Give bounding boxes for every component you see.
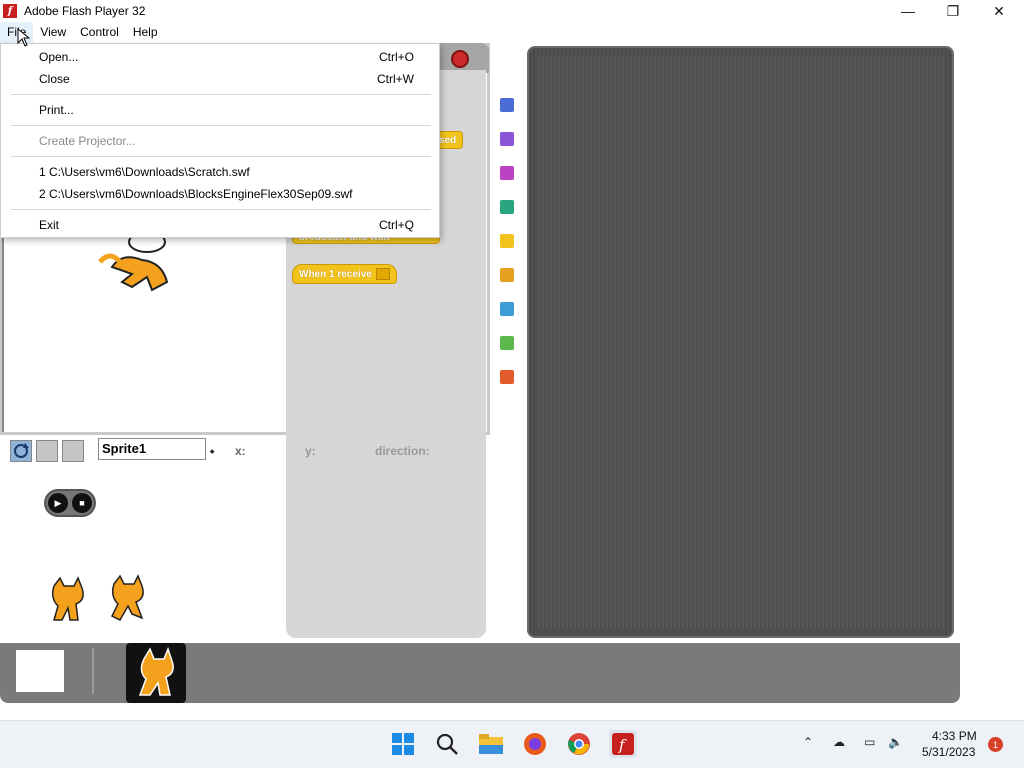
shortcut-exit: Ctrl+Q — [378, 218, 414, 232]
y-label: y: — [305, 444, 316, 458]
x-label: x: — [235, 444, 246, 458]
clock-time[interactable]: 4:33 PM — [932, 729, 977, 743]
menu-separator — [11, 209, 431, 210]
mouse-cursor-icon — [17, 28, 31, 47]
clock-date[interactable]: 5/31/2023 — [922, 745, 975, 759]
flip-icon[interactable] — [36, 440, 58, 462]
file-explorer-icon[interactable] — [477, 730, 505, 758]
menu-item-recent-2[interactable]: 2 C:\Users\vm6\Downloads\BlocksEngineFle… — [39, 185, 352, 203]
shortcut-close: Ctrl+W — [377, 72, 414, 86]
category-events[interactable] — [500, 268, 514, 282]
rotate-icon[interactable] — [10, 440, 32, 462]
volume-icon[interactable]: 🔈 — [888, 735, 903, 749]
category-operators[interactable] — [500, 336, 514, 350]
menu-item-close[interactable]: Close — [39, 70, 70, 88]
sprite-name-field[interactable]: Sprite1 — [98, 438, 206, 460]
tiny-playback-controls: ▶ ■ — [44, 489, 96, 517]
menu-item-open[interactable]: Open... — [39, 48, 78, 66]
block-when-i-receive[interactable]: When 1 receive — [292, 264, 397, 284]
windows-start-icon[interactable] — [389, 730, 417, 758]
network-icon[interactable]: ▭ — [864, 735, 875, 749]
category-sound[interactable] — [500, 166, 514, 180]
block-clicked-label: sed — [439, 135, 457, 146]
menu-separator — [11, 156, 431, 157]
block-receive-label: When 1 receive — [299, 269, 372, 280]
direction-label: direction: — [375, 444, 430, 458]
menu-control[interactable]: Control — [73, 22, 126, 43]
menu-item-recent-1[interactable]: 1 C:\Users\vm6\Downloads\Scratch.swf — [39, 163, 250, 181]
menu-item-print[interactable]: Print... — [39, 101, 74, 119]
category-sensing[interactable] — [500, 302, 514, 316]
category-control[interactable] — [500, 234, 514, 248]
sprite1-thumbnail[interactable] — [126, 643, 186, 703]
category-pen[interactable] — [500, 200, 514, 214]
menu-item-exit[interactable]: Exit — [39, 216, 59, 234]
file-menu-dropdown: Open... Ctrl+O Close Ctrl+W Print... Cre… — [0, 43, 440, 238]
shortcut-open: Ctrl+O — [378, 50, 414, 64]
category-looks[interactable] — [500, 132, 514, 146]
flash-app-icon: f — [3, 4, 17, 18]
stop-button[interactable] — [451, 50, 469, 68]
chrome-icon[interactable] — [565, 730, 593, 758]
minimize-button[interactable]: — — [885, 0, 931, 22]
sprite-info-bar: Sprite1 ⬩ x: y: direction: — [10, 438, 480, 466]
firefox-icon[interactable] — [521, 730, 549, 758]
flash-player-window: f Adobe Flash Player 32 — ❐ ✕ File View … — [0, 0, 1024, 768]
category-motion[interactable] — [500, 98, 514, 112]
onedrive-icon[interactable]: ☁ — [833, 735, 845, 749]
flash-player-taskbar-icon[interactable]: f — [609, 730, 637, 758]
no-rotate-icon[interactable] — [62, 440, 84, 462]
maximize-button[interactable]: ❐ — [930, 0, 976, 22]
chevron-up-icon[interactable]: ⌃ — [803, 735, 813, 749]
category-variables[interactable] — [500, 370, 514, 384]
notification-badge[interactable]: 1 — [988, 737, 1003, 752]
menu-help[interactable]: Help — [126, 22, 165, 43]
menu-separator — [11, 125, 431, 126]
cat-thumbnail-icon — [138, 646, 174, 696]
cat-costume-1[interactable] — [48, 576, 88, 624]
stage-thumbnail[interactable] — [16, 650, 64, 692]
cat-sprite-on-stage[interactable] — [92, 232, 182, 302]
lock-icon[interactable]: ⬩ — [210, 444, 214, 459]
receive-dropdown-arrow[interactable] — [375, 268, 390, 281]
menu-bar: File View Control Help — [0, 22, 1024, 43]
window-title: Adobe Flash Player 32 — [24, 4, 146, 18]
title-bar: f Adobe Flash Player 32 — ❐ ✕ — [0, 0, 1024, 22]
menu-item-create-projector: Create Projector... — [39, 134, 136, 148]
close-button[interactable]: ✕ — [976, 0, 1022, 22]
stop-icon[interactable]: ■ — [72, 493, 92, 513]
search-icon[interactable] — [433, 730, 461, 758]
scripts-canvas[interactable] — [536, 55, 945, 629]
menu-view[interactable]: View — [33, 22, 73, 43]
menu-separator — [11, 94, 431, 95]
divider — [92, 648, 94, 694]
cat-costume-2[interactable] — [108, 574, 148, 622]
play-icon[interactable]: ▶ — [48, 493, 68, 513]
